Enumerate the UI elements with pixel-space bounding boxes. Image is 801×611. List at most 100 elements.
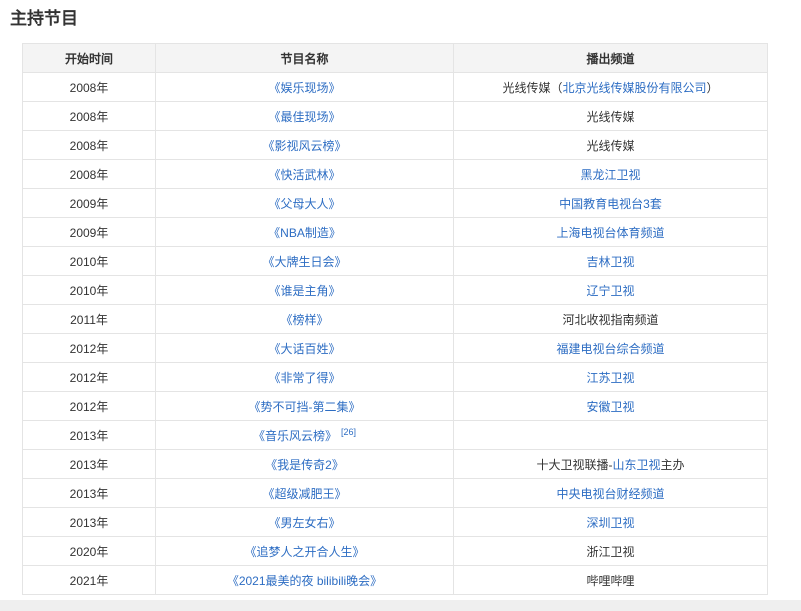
- program-link[interactable]: 《超级减肥王》: [262, 487, 346, 501]
- cell-start-time: 2011年: [23, 305, 156, 334]
- table-row: 2012年《势不可挡-第二集》安徽卫视: [23, 392, 768, 421]
- cell-start-time: 2008年: [23, 160, 156, 189]
- cell-program-name: 《非常了得》: [156, 363, 454, 392]
- cell-broadcast-channel: 中央电视台财经频道: [454, 479, 768, 508]
- channel-link[interactable]: 黑龙江卫视: [580, 168, 640, 182]
- cell-program-name: 《影视风云榜》: [156, 131, 454, 160]
- table-row: 2010年 《大牌生日会》 吉林卫视: [23, 247, 768, 276]
- channel-text: 光线传媒（: [502, 81, 562, 95]
- program-link[interactable]: 《男左女右》: [268, 516, 340, 530]
- program-link[interactable]: 《最佳现场》: [268, 110, 340, 124]
- cell-broadcast-channel: [454, 421, 768, 450]
- cell-program-name: 《大话百姓》: [156, 334, 454, 363]
- program-link[interactable]: 《大牌生日会》: [262, 255, 346, 269]
- cell-start-time: 2013年: [23, 450, 156, 479]
- channel-link[interactable]: 福建电视台综合频道: [556, 342, 664, 356]
- table-row: 2008年 《快活武林》 黑龙江卫视: [23, 160, 768, 189]
- channel-text: 主办: [661, 458, 685, 472]
- program-link[interactable]: 《非常了得》: [268, 371, 340, 385]
- cell-program-name: 《父母大人》: [156, 189, 454, 218]
- table-row: 2013年 《音乐风云榜》 [26]: [23, 421, 768, 450]
- cell-start-time: 2013年: [23, 421, 156, 450]
- program-link[interactable]: 《大话百姓》: [268, 342, 340, 356]
- cell-broadcast-channel: 辽宁卫视: [454, 276, 768, 305]
- program-link[interactable]: 《势不可挡-第二集》: [249, 400, 361, 414]
- hosted-programs-table: 开始时间 节目名称 播出频道 2008年《娱乐现场》光线传媒（北京光线传媒股份有…: [22, 43, 768, 595]
- cell-broadcast-channel: 浙江卫视: [454, 537, 768, 566]
- program-link[interactable]: 《谁是主角》: [268, 284, 340, 298]
- program-link[interactable]: 《追梦人之开合人生》: [244, 545, 364, 559]
- cell-start-time: 2021年: [23, 566, 156, 595]
- table-row: 2010年《谁是主角》辽宁卫视: [23, 276, 768, 305]
- program-link[interactable]: 《父母大人》: [268, 197, 340, 211]
- channel-link[interactable]: 北京光线传媒股份有限公司: [562, 81, 706, 95]
- table-row: 2020年 《追梦人之开合人生》 浙江卫视: [23, 537, 768, 566]
- cell-program-name: 《快活武林》: [156, 160, 454, 189]
- cell-start-time: 2008年: [23, 102, 156, 131]
- table-row: 2021年 《2021最美的夜 bilibili晚会》 哔哩哔哩: [23, 566, 768, 595]
- cell-program-name: 《榜样》: [156, 305, 454, 334]
- cell-program-name: 《追梦人之开合人生》: [156, 537, 454, 566]
- table-row: 2011年 《榜样》 河北收视指南频道: [23, 305, 768, 334]
- cell-start-time: 2008年: [23, 73, 156, 102]
- cell-start-time: 2020年: [23, 537, 156, 566]
- bottom-strip: [0, 600, 801, 611]
- cell-broadcast-channel: 光线传媒（北京光线传媒股份有限公司）: [454, 73, 768, 102]
- channel-link[interactable]: 深圳卫视: [586, 516, 634, 530]
- program-link[interactable]: 《榜样》: [280, 313, 328, 327]
- reference-link[interactable]: [26]: [341, 427, 356, 437]
- cell-broadcast-channel: 吉林卫视: [454, 247, 768, 276]
- cell-broadcast-channel: 江苏卫视: [454, 363, 768, 392]
- section-title: 主持节目: [10, 8, 801, 30]
- program-link[interactable]: 《2021最美的夜 bilibili晚会》: [227, 574, 382, 588]
- channel-link[interactable]: 上海电视台体育频道: [556, 226, 664, 240]
- program-link[interactable]: 《音乐风云榜》: [253, 429, 337, 443]
- cell-start-time: 2012年: [23, 363, 156, 392]
- table-row: 2008年 《影视风云榜》 光线传媒: [23, 131, 768, 160]
- cell-start-time: 2013年: [23, 479, 156, 508]
- table-row: 2013年 《超级减肥王》 中央电视台财经频道: [23, 479, 768, 508]
- channel-text: 光线传媒: [586, 139, 634, 153]
- channel-link[interactable]: 中央电视台财经频道: [556, 487, 664, 501]
- channel-text: 河北收视指南频道: [562, 313, 658, 327]
- channel-text: 浙江卫视: [586, 545, 634, 559]
- cell-broadcast-channel: 黑龙江卫视: [454, 160, 768, 189]
- cell-broadcast-channel: 福建电视台综合频道: [454, 334, 768, 363]
- program-link[interactable]: 《影视风云榜》: [262, 139, 346, 153]
- cell-broadcast-channel: 深圳卫视: [454, 508, 768, 537]
- channel-link[interactable]: 中国教育电视台3套: [559, 197, 662, 211]
- cell-program-name: 《2021最美的夜 bilibili晚会》: [156, 566, 454, 595]
- program-link[interactable]: 《我是传奇2》: [265, 458, 344, 472]
- cell-program-name: 《超级减肥王》: [156, 479, 454, 508]
- table-row: 2013年 《男左女右》 深圳卫视: [23, 508, 768, 537]
- table-row: 2008年 《娱乐现场》 光线传媒（北京光线传媒股份有限公司）: [23, 73, 768, 102]
- channel-text: 十大卫视联播-: [536, 458, 612, 472]
- channel-link[interactable]: 辽宁卫视: [586, 284, 634, 298]
- column-header-broadcast-channel: 播出频道: [454, 44, 768, 73]
- cell-start-time: 2009年: [23, 189, 156, 218]
- program-link[interactable]: 《NBA制造》: [268, 226, 341, 240]
- reference-superscript: [26]: [341, 427, 356, 437]
- channel-text: ）: [707, 81, 719, 95]
- cell-broadcast-channel: 中国教育电视台3套: [454, 189, 768, 218]
- program-link[interactable]: 《快活武林》: [268, 168, 340, 182]
- channel-link[interactable]: 吉林卫视: [586, 255, 634, 269]
- cell-program-name: 《我是传奇2》: [156, 450, 454, 479]
- cell-start-time: 2008年: [23, 131, 156, 160]
- channel-link[interactable]: 安徽卫视: [586, 400, 634, 414]
- cell-broadcast-channel: 十大卫视联播-山东卫视主办: [454, 450, 768, 479]
- table-row: 2009年 《父母大人》 中国教育电视台3套: [23, 189, 768, 218]
- cell-start-time: 2010年: [23, 247, 156, 276]
- table-row: 2012年 《非常了得》 江苏卫视: [23, 363, 768, 392]
- cell-broadcast-channel: 哔哩哔哩: [454, 566, 768, 595]
- cell-program-name: 《男左女右》: [156, 508, 454, 537]
- channel-link[interactable]: 山东卫视: [612, 458, 660, 472]
- cell-broadcast-channel: 上海电视台体育频道: [454, 218, 768, 247]
- program-link[interactable]: 《娱乐现场》: [268, 81, 340, 95]
- table-row: 2012年《大话百姓》福建电视台综合频道: [23, 334, 768, 363]
- cell-program-name: 《谁是主角》: [156, 276, 454, 305]
- channel-text: 光线传媒: [586, 110, 634, 124]
- cell-program-name: 《娱乐现场》: [156, 73, 454, 102]
- channel-link[interactable]: 江苏卫视: [586, 371, 634, 385]
- cell-start-time: 2013年: [23, 508, 156, 537]
